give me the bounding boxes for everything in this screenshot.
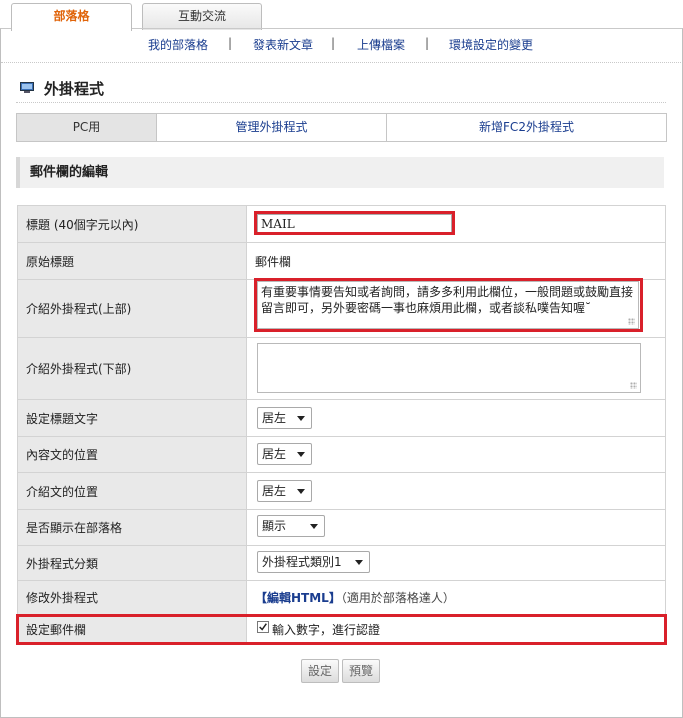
category-select[interactable]: 外掛程式類別1 [257,551,370,573]
content-position-label: 內容文的位置 [17,436,247,473]
content-position-select[interactable]: 居左 [257,443,312,465]
form-row: 設定標題文字 [17,399,666,437]
category-value: 外掛程式類別1 [262,555,342,569]
sub-navigation: 我的部落格 | 發表新文章 | 上傳檔案 | 環境設定的變更 [0,36,683,52]
highlight-box [254,278,643,332]
section-title: 郵件欄的編輯 [16,157,664,188]
divider [1,62,681,63]
subtab-manage-plugins[interactable]: 管理外掛程式 [157,114,387,141]
preview-button[interactable]: 預覽 [342,659,380,683]
plugin-subtabs: PC用 管理外掛程式 新增FC2外掛程式 [16,113,667,142]
category-label: 外掛程式分類 [17,545,247,581]
form-row: 是否顯示在部落格 [17,509,666,546]
chevron-down-icon [355,560,363,565]
page-title: 外掛程式 [44,80,105,98]
display-value: 顯示 [262,519,287,533]
nav-settings[interactable]: 環境設定的變更 [449,36,533,53]
divider [16,102,666,103]
form-row: 內容文的位置 [17,436,666,473]
edit-plugin-label: 修改外掛程式 [17,580,247,615]
highlight-box [254,211,455,235]
title-align-value: 居左 [262,411,287,425]
nav-new-post[interactable]: 發表新文章 [253,36,313,53]
edit-html-link[interactable]: 【編輯HTML】 [255,591,341,605]
intro-position-label: 介紹文的位置 [17,472,247,510]
intro-bottom-textarea[interactable] [257,343,641,393]
content-position-value: 居左 [262,447,287,461]
title-text-label: 設定標題文字 [17,399,247,437]
chevron-down-icon [297,452,305,457]
display-label: 是否顯示在部落格 [17,509,247,546]
edit-html-note: （適用於部落格達人） [340,591,455,605]
tab-community[interactable]: 互動交流 [142,3,262,30]
nav-separator: | [331,36,336,50]
form-row: 修改外掛程式 【編輯HTML】（適用於部落格達人） [17,580,666,615]
intro-position-value: 居左 [262,484,287,498]
display-select[interactable]: 顯示 [257,515,325,537]
nav-separator: | [425,36,430,50]
intro-position-select[interactable]: 居左 [257,480,312,502]
subtab-pc[interactable]: PC用 [17,114,157,141]
chevron-down-icon [310,524,318,529]
nav-separator: | [228,36,233,50]
intro-bottom-label: 介紹外掛程式(下部) [17,337,247,400]
title-align-select[interactable]: 居左 [257,407,312,429]
chevron-down-icon [297,416,305,421]
form-row: 介紹文的位置 [17,472,666,510]
title-label: 標題 (40個字元以內) [17,205,247,243]
subtab-add-fc2-plugin[interactable]: 新增FC2外掛程式 [387,114,666,141]
intro-top-label: 介紹外掛程式(上部) [17,279,247,338]
resize-grip-icon[interactable] [630,382,637,389]
plugin-edit-form: 標題 (40個字元以內) 原始標題 郵件欄 介紹外掛程式(上部) 介紹外掛程式(… [17,205,666,645]
original-title-label: 原始標題 [17,242,247,280]
original-title-value: 郵件欄 [246,242,666,280]
chevron-down-icon [297,489,305,494]
submit-button[interactable]: 設定 [301,659,339,683]
monitor-icon [20,82,34,93]
nav-my-blog[interactable]: 我的部落格 [148,36,208,53]
nav-upload-file[interactable]: 上傳檔案 [357,36,405,53]
tab-blog[interactable]: 部落格 [11,3,132,31]
highlight-box [16,614,667,645]
form-row: 原始標題 郵件欄 [17,242,666,280]
